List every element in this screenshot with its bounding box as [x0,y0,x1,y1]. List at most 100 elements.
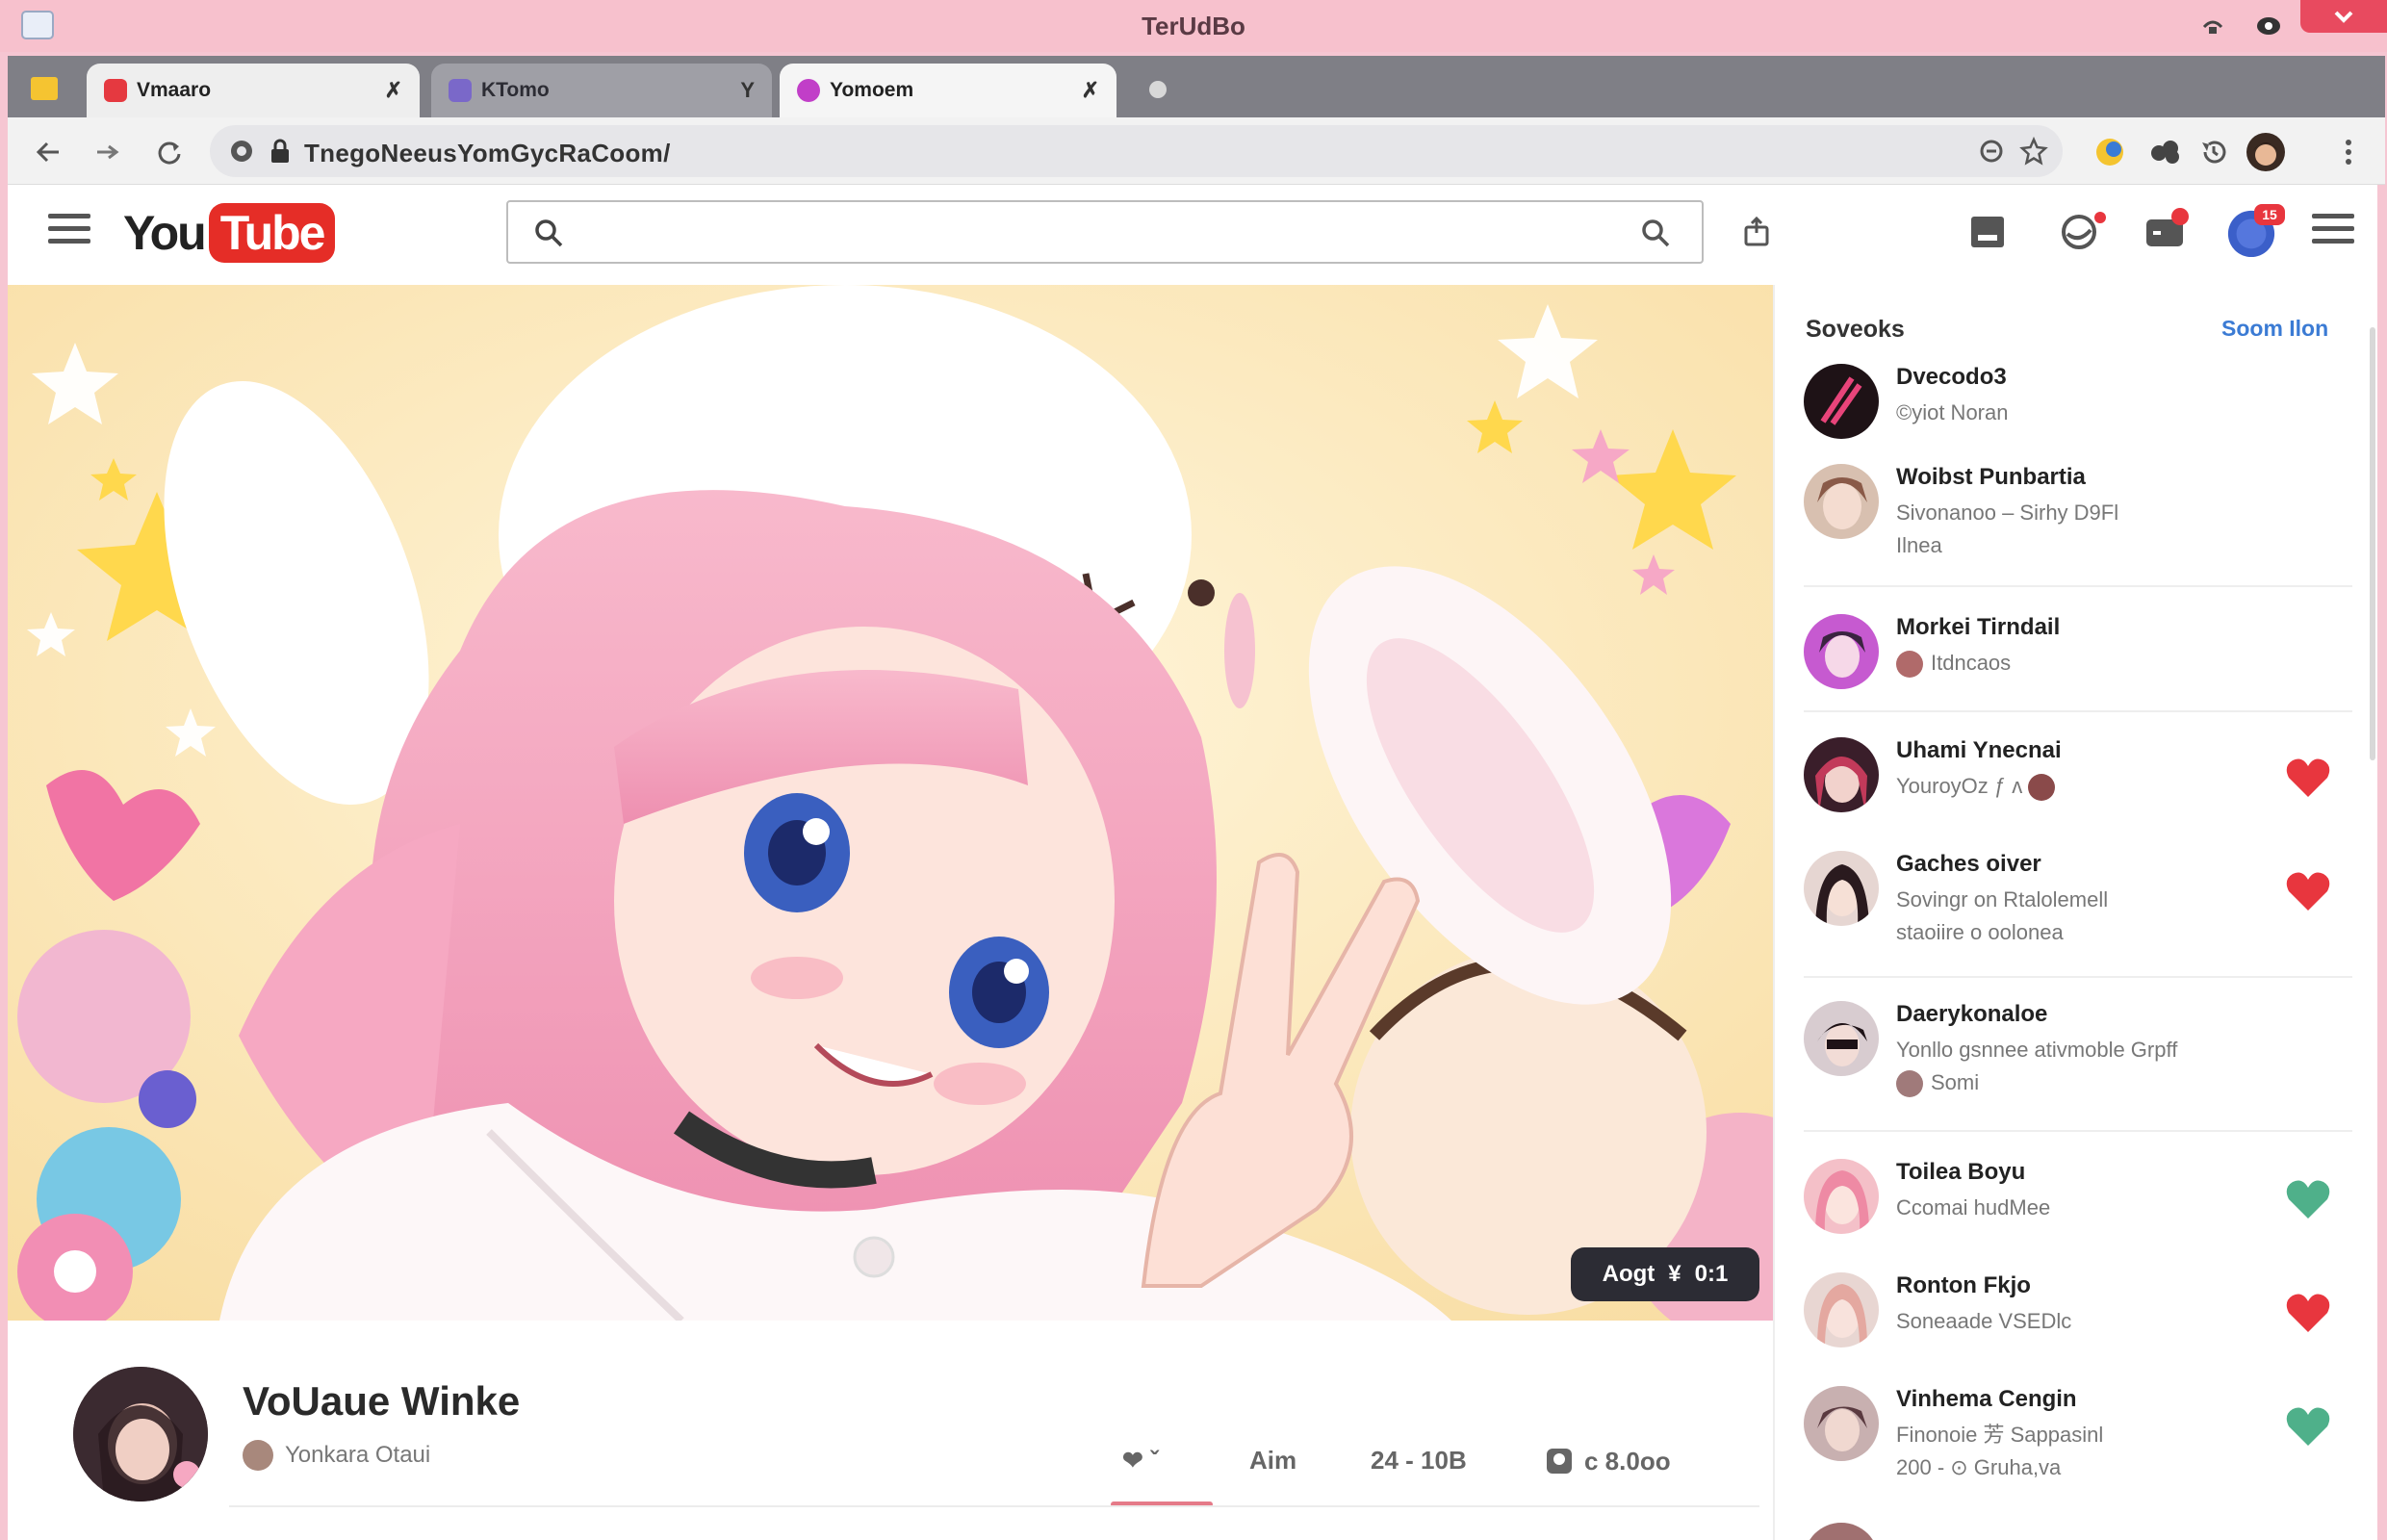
channel-name-line[interactable]: Yonkara Otaui [243,1440,430,1471]
reload-icon[interactable] [150,133,189,171]
menu-icon[interactable] [2312,214,2354,252]
share-icon [1547,1449,1572,1474]
item-subtitle: Sovingr on Rtalolemell [1896,887,2109,911]
search-icon [535,219,563,247]
lock-icon [271,139,289,163]
folder-icon[interactable] [31,77,58,100]
hamburger-menu-icon[interactable] [48,214,90,252]
tab-close-icon[interactable]: ✗ [1082,78,1099,103]
forward-arrow-icon[interactable] [89,133,127,171]
avatar [1804,614,1879,689]
profile-avatar[interactable] [2245,131,2287,173]
extensions-puzzle-icon[interactable] [2144,131,2187,173]
tab-2[interactable]: KTomo Y [431,64,772,117]
like-label: ❤ ˇ [1122,1446,1159,1475]
item-subtitle: Yonllo gsnnee ativmoble Grpff [1896,1038,2178,1062]
share-button[interactable]: c 8.0oo [1544,1446,1671,1476]
view-count: 24 - 10B [1371,1446,1467,1476]
window-titlebar: TerUdBo [0,0,2387,52]
notification-dot [2171,208,2189,225]
divider [1804,1130,2352,1132]
extension-icon[interactable] [2089,131,2131,173]
item-meta: 200 - ⊙ Gruha,va [1896,1455,2062,1479]
divider [1804,585,2352,587]
video-title: VoUaue Winke [243,1378,521,1424]
avatar-badge: 15 [2254,204,2285,225]
avatar [1804,364,1879,439]
aim-button[interactable]: Aim [1249,1446,1296,1476]
tab-1[interactable]: Vmaaro ✗ [87,64,420,117]
new-tab-button[interactable] [1149,81,1167,98]
heart-icon[interactable] [2285,870,2331,912]
tab-strip: Vmaaro ✗ KTomo Y Yomoem ✗ [8,56,2385,117]
heart-icon[interactable] [2285,1178,2331,1220]
duration-right: 0:1 [1694,1261,1729,1287]
item-name: Gaches oiver [1896,851,2041,877]
search-input[interactable] [506,200,1704,264]
close-window-button[interactable] [2300,0,2387,33]
mini-avatar [1896,651,1923,679]
item-subtitle: Itdncaos [1896,647,2011,680]
divider [1804,710,2352,712]
video-thumbnail-illustration [8,285,1773,1321]
avatar [1804,1001,1879,1076]
url-bar[interactable]: TnegoNeeusYomGycRaCoom/ [210,125,2063,177]
tab-close-icon[interactable]: Y [740,78,755,103]
notifications-icon[interactable] [2139,206,2191,258]
item-meta: Ilnea [1896,533,1942,557]
item-subtitle: Finonoie 芳 Sappasinl [1896,1423,2104,1447]
mini-avatar [1896,1070,1923,1098]
tab-label: Yomoem [830,79,914,101]
chat-icon[interactable] [2054,206,2106,258]
item-subtitle: YouroyOz ƒ ʌ [1896,770,2063,803]
item-subtitle: Ccomai hudMee [1896,1195,2051,1219]
minimize-button[interactable] [2193,6,2233,46]
heart-icon[interactable] [2285,1405,2331,1448]
tab-close-icon[interactable]: ✗ [385,78,402,103]
site-info-icon[interactable] [229,139,254,164]
duration-left: Aogt [1602,1261,1656,1287]
item-name: Ronton Fkjo [1896,1272,2031,1298]
item-subtitle-text: Itdncaos [1931,651,2012,675]
bookmark-star-icon[interactable] [2019,137,2048,166]
tab-3[interactable]: Yomoem ✗ [780,64,1116,117]
sidebar-scrollbar[interactable] [2370,327,2375,760]
avatar [1804,1386,1879,1461]
heart-icon[interactable] [2285,1292,2331,1334]
sidebar: Soveoks Soom Ilon Dvecodo3 ©yiot Noran W… [1773,285,2377,1540]
logo-tube-text: Tube [208,203,336,263]
item-name: Morkei Tirndail [1896,614,2061,640]
item-name: Uhami Ynecnai [1896,737,2062,763]
youtube-header: You Tube 15 [8,185,2377,285]
heart-icon[interactable] [2285,757,2331,799]
duration-icon: ¥ [1668,1261,1681,1287]
item-name: Dvecodo3 [1896,364,2007,390]
tab-favicon-icon [797,79,820,102]
zoom-icon[interactable] [1979,139,2004,164]
history-icon[interactable] [2193,131,2235,173]
search-submit-icon[interactable] [1640,218,1671,248]
youtube-logo[interactable]: You Tube [123,198,336,268]
upload-icon[interactable] [1731,206,1783,258]
url-text: TnegoNeeusYomGycRaCoom/ [304,139,671,167]
sidebar-see-all-link[interactable]: Soom Ilon [2221,316,2328,342]
like-button[interactable]: ❤ ˇ [1122,1446,1159,1476]
address-bar: TnegoNeeusYomGycRaCoom/ [8,117,2385,185]
main-content: Aogt ¥ 0:1 VoUaue Winke Yonkara Otaui ❤ … [8,285,1773,1540]
item-meta: staoiire o oolonea [1896,920,2064,944]
item-subtitle: Sivonanoo – Sirhy D9Fl [1896,500,2119,525]
video-player[interactable]: Aogt ¥ 0:1 [8,285,1773,1321]
item-meta: Somi [1896,1066,1979,1099]
maximize-button[interactable] [2248,6,2289,46]
avatar [1804,737,1879,812]
tab-favicon-icon [449,79,472,102]
tab-label: Vmaaro [137,79,212,101]
more-menu-icon[interactable] [2327,131,2370,173]
library-icon[interactable] [1962,206,2014,258]
item-name: Vinhema Cengin [1896,1386,2077,1412]
item-name: Toilea Boyu [1896,1159,2026,1185]
account-avatar[interactable]: 15 [2225,204,2285,258]
channel-avatar[interactable] [73,1367,208,1502]
avatar [1804,1272,1879,1348]
back-arrow-icon[interactable] [29,133,67,171]
